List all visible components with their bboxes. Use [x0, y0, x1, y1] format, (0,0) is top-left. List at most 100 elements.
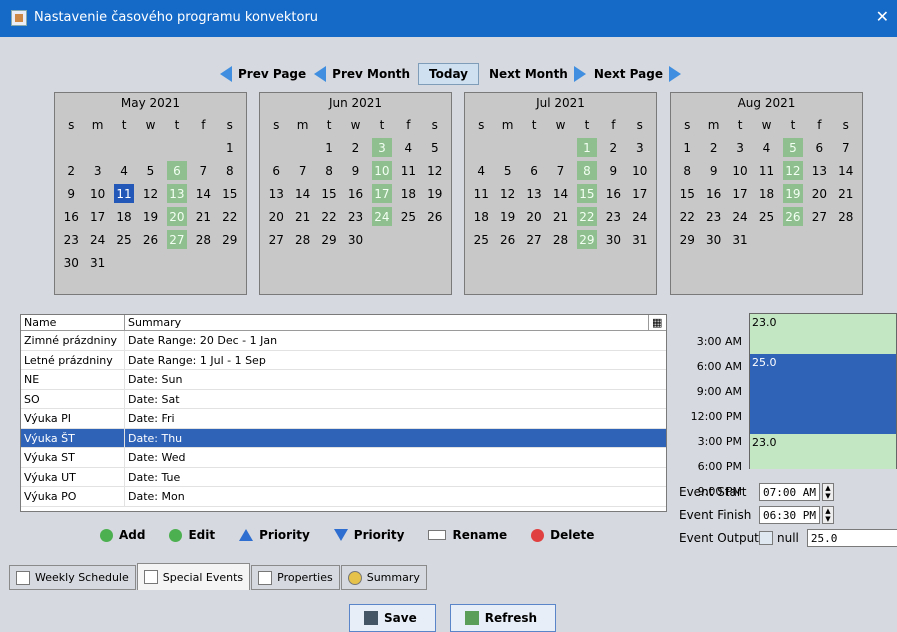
day-cell[interactable]: 31: [627, 228, 653, 251]
day-cell[interactable]: 10: [84, 182, 110, 205]
tab-summary[interactable]: Summary: [340, 565, 427, 590]
day-cell[interactable]: 27: [263, 228, 289, 251]
tab-weekly-schedule[interactable]: Weekly Schedule: [9, 565, 136, 590]
day-cell[interactable]: 8: [316, 159, 342, 182]
day-cell[interactable]: 15: [576, 184, 598, 203]
column-header-summary[interactable]: Summary: [125, 315, 649, 330]
day-cell[interactable]: 30: [700, 228, 726, 251]
day-cell[interactable]: 14: [833, 159, 859, 182]
day-cell[interactable]: 29: [674, 228, 700, 251]
day-cell[interactable]: 18: [468, 205, 494, 228]
day-cell[interactable]: 23: [600, 205, 626, 228]
day-cell[interactable]: 5: [422, 136, 448, 159]
day-cell[interactable]: 23: [58, 228, 84, 251]
day-cell[interactable]: 6: [166, 161, 188, 180]
day-cell[interactable]: 28: [190, 228, 216, 251]
add-button[interactable]: Add: [100, 528, 145, 542]
day-cell[interactable]: 29: [576, 230, 598, 249]
day-cell[interactable]: 25: [111, 228, 137, 251]
day-cell[interactable]: 20: [263, 205, 289, 228]
day-cell[interactable]: 8: [217, 159, 243, 182]
day-cell[interactable]: 31: [727, 228, 753, 251]
day-cell[interactable]: 14: [289, 182, 315, 205]
day-cell[interactable]: 12: [782, 161, 804, 180]
day-cell[interactable]: 21: [190, 205, 216, 228]
day-cell[interactable]: 11: [753, 159, 779, 182]
table-row[interactable]: Výuka UT Date: Tue: [21, 467, 666, 487]
priority-down-button[interactable]: Priority: [333, 528, 404, 542]
day-cell[interactable]: 1: [217, 136, 243, 159]
day-cell[interactable]: 5: [137, 159, 163, 182]
today-button[interactable]: Today: [418, 63, 479, 85]
day-cell[interactable]: 26: [494, 228, 520, 251]
day-cell[interactable]: 27: [166, 230, 188, 249]
day-cell[interactable]: 8: [576, 161, 598, 180]
day-cell[interactable]: 2: [342, 136, 368, 159]
event-block[interactable]: 23.0: [750, 434, 896, 469]
day-cell[interactable]: 13: [166, 184, 188, 203]
day-cell[interactable]: 22: [217, 205, 243, 228]
table-row[interactable]: Výuka ŠT Date: Thu: [21, 428, 666, 448]
day-cell[interactable]: 17: [627, 182, 653, 205]
day-cell[interactable]: 6: [806, 136, 832, 159]
day-cell[interactable]: 12: [137, 182, 163, 205]
next-page-button[interactable]: Next Page: [594, 66, 681, 82]
day-cell[interactable]: 20: [166, 207, 188, 226]
day-cell[interactable]: 17: [371, 184, 393, 203]
day-cell[interactable]: 11: [113, 184, 135, 203]
priority-up-button[interactable]: Priority: [239, 528, 310, 542]
day-cell[interactable]: 5: [494, 159, 520, 182]
day-cell[interactable]: 9: [342, 159, 368, 182]
day-cell[interactable]: 5: [782, 138, 804, 157]
table-row[interactable]: Letné prázdniny Date Range: 1 Jul - 1 Sep: [21, 350, 666, 370]
day-cell[interactable]: 3: [627, 136, 653, 159]
day-cell[interactable]: 17: [727, 182, 753, 205]
day-cell[interactable]: 14: [190, 182, 216, 205]
day-cell[interactable]: 4: [468, 159, 494, 182]
day-cell[interactable]: 11: [395, 159, 421, 182]
day-cell[interactable]: 26: [422, 205, 448, 228]
day-cell[interactable]: 7: [833, 136, 859, 159]
day-cell[interactable]: 2: [600, 136, 626, 159]
day-cell[interactable]: 9: [58, 182, 84, 205]
day-cell[interactable]: 27: [806, 205, 832, 228]
day-cell[interactable]: 15: [674, 182, 700, 205]
day-cell[interactable]: 29: [217, 228, 243, 251]
day-cell[interactable]: 6: [521, 159, 547, 182]
day-cell[interactable]: 16: [58, 205, 84, 228]
day-cell[interactable]: 18: [111, 205, 137, 228]
event-finish-field[interactable]: 06:30 PM: [759, 506, 820, 524]
day-cell[interactable]: 25: [753, 205, 779, 228]
day-cell[interactable]: 20: [806, 182, 832, 205]
event-block-selected[interactable]: 25.0: [750, 354, 896, 434]
day-cell[interactable]: 24: [84, 228, 110, 251]
day-cell[interactable]: 25: [468, 228, 494, 251]
day-cell[interactable]: 18: [395, 182, 421, 205]
day-cell[interactable]: 21: [833, 182, 859, 205]
day-cell[interactable]: 19: [422, 182, 448, 205]
day-cell[interactable]: 2: [58, 159, 84, 182]
day-cell[interactable]: 24: [627, 205, 653, 228]
tab-properties[interactable]: Properties: [251, 565, 340, 590]
day-cell[interactable]: 1: [576, 138, 598, 157]
event-start-spinner[interactable]: ▲ ▼: [821, 483, 834, 501]
day-cell[interactable]: 16: [342, 182, 368, 205]
day-cell[interactable]: 23: [342, 205, 368, 228]
day-cell[interactable]: 19: [137, 205, 163, 228]
day-cell[interactable]: 13: [263, 182, 289, 205]
day-cell[interactable]: 10: [727, 159, 753, 182]
day-cell[interactable]: 30: [58, 251, 84, 274]
event-start-field[interactable]: 07:00 AM: [759, 483, 820, 501]
day-cell[interactable]: 10: [627, 159, 653, 182]
column-options-icon[interactable]: ▦: [649, 315, 666, 330]
day-cell[interactable]: 7: [190, 159, 216, 182]
day-cell[interactable]: 16: [600, 182, 626, 205]
table-row[interactable]: Výuka PI Date: Fri: [21, 409, 666, 429]
day-cell[interactable]: 22: [316, 205, 342, 228]
table-row[interactable]: Výuka PO Date: Mon: [21, 487, 666, 507]
day-cell[interactable]: 29: [316, 228, 342, 251]
event-finish-spinner[interactable]: ▲ ▼: [821, 506, 834, 524]
table-row[interactable]: Výuka ST Date: Wed: [21, 448, 666, 468]
day-cell[interactable]: 3: [371, 138, 393, 157]
day-cell[interactable]: 9: [700, 159, 726, 182]
